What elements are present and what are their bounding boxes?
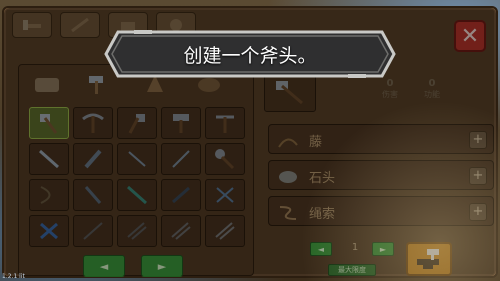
tutorial-banner: 创建一个斧头。 — [104, 30, 396, 78]
version-label: 1.2.1 lit — [2, 273, 25, 280]
tutorial-message: 创建一个斧头。 — [183, 44, 317, 67]
